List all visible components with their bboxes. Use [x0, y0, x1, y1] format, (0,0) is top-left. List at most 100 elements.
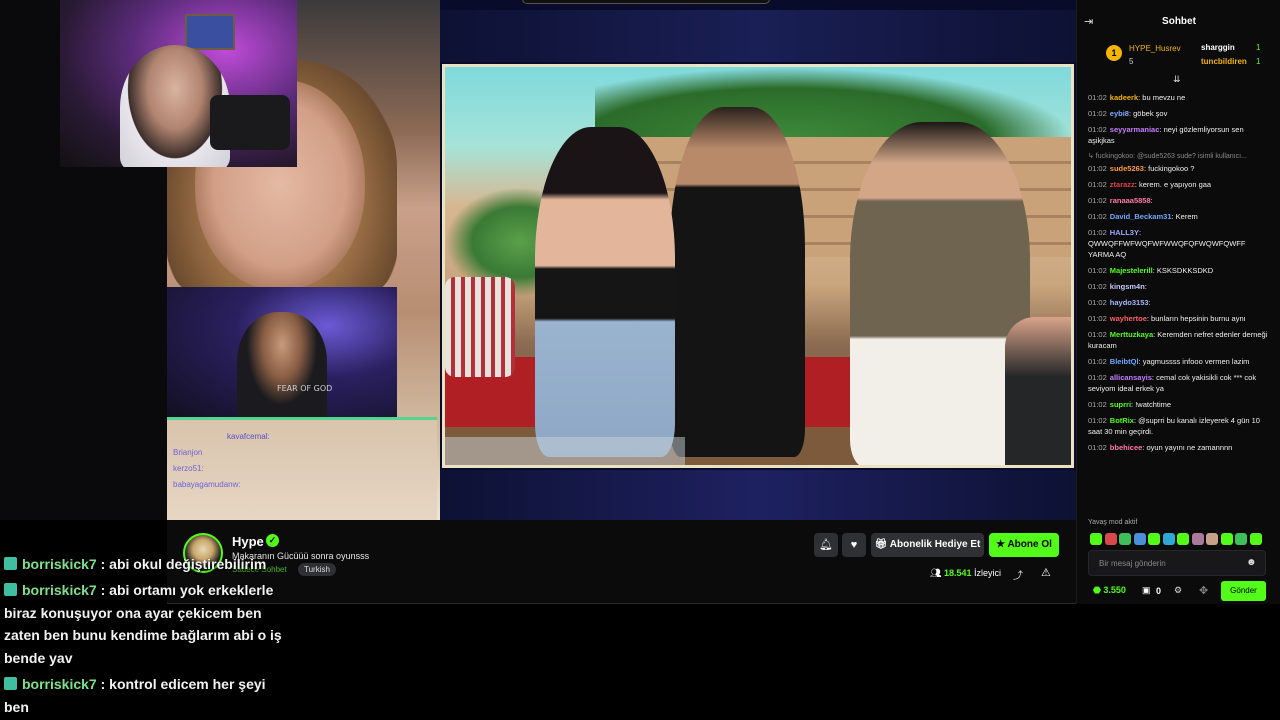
guest-figure	[237, 312, 327, 417]
send-button[interactable]: Gönder	[1221, 581, 1266, 601]
chat-text: ↳ fuckingokoo: @sude5263 sude? isimli ku…	[1088, 153, 1247, 160]
top-gifter-name[interactable]: HYPE_Husrev	[1129, 44, 1181, 53]
chat-username[interactable]: David_Beckam31	[1110, 212, 1172, 221]
top-search-bar[interactable]	[522, 0, 770, 4]
chat-message: 01:02 BotRix: @suprri bu kanalı izleyerek…	[1088, 415, 1270, 437]
chat-timestamp: 01:02	[1088, 443, 1107, 452]
chat-timestamp: 01:02	[1088, 314, 1107, 323]
chat-username[interactable]: Majestelerill	[1110, 266, 1153, 275]
drops-icon[interactable]: ▣	[1142, 585, 1151, 596]
chat-message-input[interactable]: Bir mesaj gönderin	[1088, 550, 1266, 576]
top-gifter-rank-icon: 1	[1106, 45, 1122, 61]
notification-bell-button[interactable]: 🔔︎	[814, 533, 838, 557]
streamer-name[interactable]: Hype	[232, 534, 264, 549]
overlay-chat-username: borriskick7	[22, 556, 97, 572]
chat-message: 01:02 HALL3Y: QWWQFFWFWQFWFWWQFQFWQWFQWFF…	[1088, 227, 1270, 260]
chat-username[interactable]: kadeerk	[1110, 93, 1138, 102]
mini-chat-line: kerzo51:	[173, 464, 204, 473]
chat-message: 01:02 kadeerk: bu mevzu ne	[1088, 92, 1270, 103]
emoji-picker-icon[interactable]: ☻	[1246, 557, 1257, 568]
emote-icon[interactable]	[1206, 533, 1218, 545]
emote-icon[interactable]	[1148, 533, 1160, 545]
subscriber-badge-icon	[4, 677, 17, 690]
chat-username[interactable]: sude5263	[1110, 164, 1144, 173]
emote-icon[interactable]	[1133, 533, 1146, 545]
top-gifter-name[interactable]: sharggin	[1201, 43, 1235, 52]
emote-icon[interactable]	[1162, 533, 1175, 545]
emote-icon[interactable]	[1090, 533, 1102, 545]
pinned-icon[interactable]: ⇊	[1173, 74, 1181, 85]
chat-username[interactable]: suprri	[1110, 400, 1131, 409]
chat-username[interactable]: BotRix	[1110, 416, 1134, 425]
chat-timestamp: 01:02	[1088, 228, 1107, 237]
chat-message: 01:02 kingsm4n:	[1088, 281, 1270, 292]
chat-username[interactable]: Merttuzkaya	[1110, 330, 1153, 339]
chat-username[interactable]: allicansayis	[1110, 373, 1152, 382]
chat-username[interactable]: ztarazz	[1110, 180, 1135, 189]
chat-timestamp: 01:02	[1088, 416, 1107, 425]
video-scene	[442, 64, 1074, 468]
guest-webcam: FEAR OF GOD	[167, 287, 397, 417]
chat-text: : oyun yayını ne zamannnn	[1142, 443, 1233, 452]
emote-icon[interactable]	[1191, 533, 1204, 545]
emote-icon[interactable]	[1177, 533, 1189, 545]
emote-icon[interactable]	[1249, 533, 1262, 545]
chat-timestamp: 01:02	[1088, 212, 1107, 221]
video-bottom-band	[440, 470, 1076, 520]
video-top-band	[440, 10, 1076, 62]
chat-username[interactable]: seyyarmaniac	[1110, 125, 1160, 134]
report-warning-icon[interactable]: ⚠	[1041, 566, 1051, 579]
overlay-chat-username: borriskick7	[22, 676, 97, 692]
chat-text: :	[1144, 282, 1147, 291]
top-gifters: 1 HYPE_Husrev 5 sharggin 1 tuncbildiren …	[1089, 40, 1279, 74]
gift-subscription-button[interactable]: 🎁︎ Abonelik Hediye Et	[871, 533, 984, 557]
viewer-count-value: 18.541	[943, 568, 972, 578]
chat-text: : fuckingokoo ?	[1143, 164, 1195, 173]
share-icon[interactable]: ⤴	[1013, 567, 1023, 582]
subscribe-button[interactable]: ★ Abone Ol	[989, 533, 1059, 557]
chat-text: : !watchtime	[1131, 400, 1172, 409]
mini-chat-line: kavafcemal:	[227, 432, 270, 441]
slow-mode-notice: Yavaş mod aktif	[1088, 519, 1138, 526]
chat-message: 01:02 ztarazz: kerem. e yapıyon gaa	[1088, 179, 1270, 190]
chat-username[interactable]: kingsm4n	[1110, 282, 1145, 291]
chat-text: : göbek şov	[1128, 109, 1168, 118]
main-video-player[interactable]	[440, 0, 1076, 520]
chat-tools-icon[interactable]: ✥	[1199, 584, 1208, 597]
person	[670, 107, 805, 457]
chat-message: 01:02 wayhertoe: bunların hepsinin burnu …	[1088, 313, 1270, 324]
chat-username[interactable]: wayhertoe	[1110, 314, 1147, 323]
chat-message: 01:02 haydo3153:	[1088, 297, 1270, 308]
chat-username[interactable]: ranaaa5858	[1110, 196, 1151, 205]
chat-timestamp: 01:02	[1088, 282, 1107, 291]
chat-username[interactable]: bbehicee	[1110, 443, 1143, 452]
top-gifter-count: 1	[1256, 57, 1261, 66]
chat-message: 01:02 Merttuzkaya: Keremden nefret edenle…	[1088, 329, 1270, 351]
person	[535, 127, 675, 457]
chat-timestamp: 01:02	[1088, 330, 1107, 339]
emote-icon[interactable]	[1119, 533, 1131, 545]
chat-timestamp: 01:02	[1088, 373, 1107, 382]
mini-chat-overlay: kavafcemal: Brianjon kerzo51: babayagamu…	[167, 417, 437, 520]
top-gifter-name[interactable]: tuncbildiren	[1201, 57, 1247, 66]
chat-panel: ⇥ Sohbet 1 HYPE_Husrev 5 sharggin 1 tunc…	[1076, 0, 1280, 604]
emote-icon[interactable]	[1104, 533, 1117, 545]
emote-icon[interactable]	[1235, 533, 1247, 545]
chat-timestamp: 01:02	[1088, 180, 1107, 189]
chat-username[interactable]: BleibtQl	[1110, 357, 1139, 366]
emote-icon[interactable]	[1220, 533, 1233, 545]
person	[850, 122, 1030, 465]
chat-timestamp: 01:02	[1088, 298, 1107, 307]
chat-username[interactable]: eybi8	[1110, 109, 1129, 118]
settings-icon[interactable]: ⚙	[1174, 585, 1182, 596]
chat-username[interactable]: HALL3Y	[1110, 228, 1139, 237]
viewer-count-label: İzleyici	[973, 568, 1001, 578]
follow-heart-button[interactable]: ♥	[842, 533, 866, 557]
chat-reply-preview: ↳ fuckingokoo: @sude5263 sude? isimli ku…	[1088, 151, 1270, 162]
chat-username[interactable]: haydo3153	[1110, 298, 1149, 307]
overlay-chat-text: : abi okul değiştirebilirim	[96, 556, 267, 572]
top-gifter-count: 5	[1129, 57, 1134, 66]
chat-message-list: 01:02 kadeerk: bu mevzu ne 01:02 eybi8: göb…	[1088, 92, 1270, 458]
language-badge[interactable]: Turkish	[298, 563, 336, 576]
channel-points[interactable]: ⬣ 3.550	[1093, 585, 1126, 596]
